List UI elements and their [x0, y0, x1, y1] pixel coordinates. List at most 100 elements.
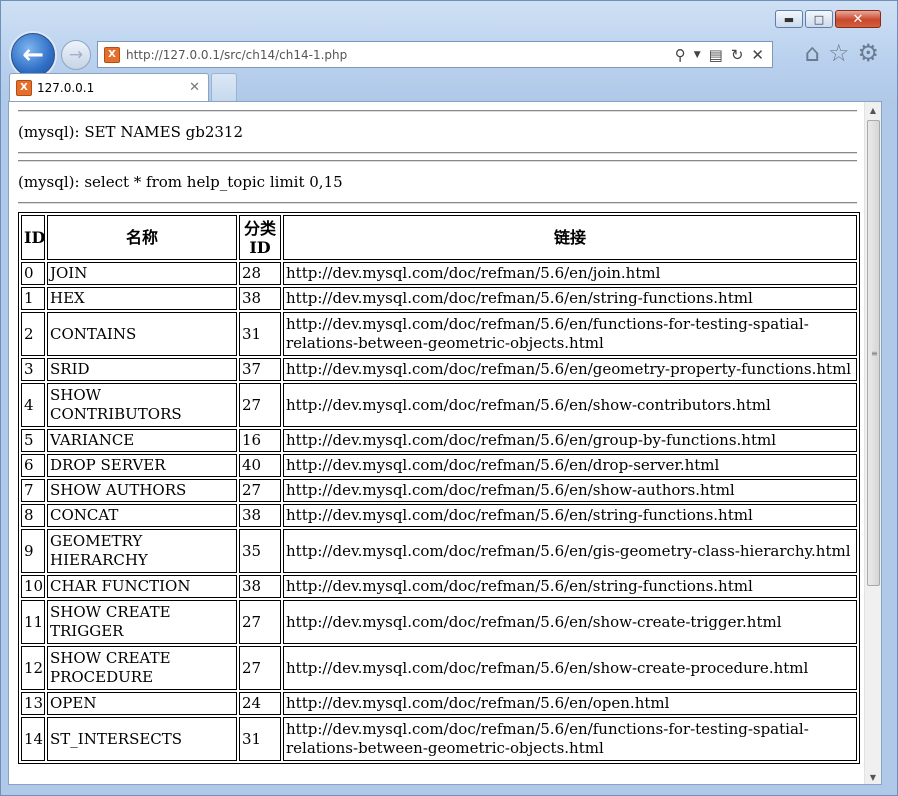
cell-name: CONCAT — [47, 504, 237, 527]
cell-category-id: 16 — [239, 429, 281, 452]
chevron-down-icon[interactable]: ▼ — [694, 50, 701, 60]
cell-id: 10 — [21, 575, 45, 598]
cell-link: http://dev.mysql.com/doc/refman/5.6/en/s… — [283, 600, 857, 644]
cell-id: 6 — [21, 454, 45, 477]
scrollbar-thumb[interactable]: ≡ — [867, 120, 880, 586]
cell-link: http://dev.mysql.com/doc/refman/5.6/en/s… — [283, 479, 857, 502]
forward-arrow-icon: → — [68, 45, 84, 65]
cell-id: 2 — [21, 312, 45, 356]
cell-link: http://dev.mysql.com/doc/refman/5.6/en/f… — [283, 717, 857, 761]
address-url[interactable]: http://127.0.0.1/src/ch14/ch14-1.php — [126, 48, 675, 62]
table-body: 0 JOIN 28 http://dev.mysql.com/doc/refma… — [21, 262, 857, 761]
cell-category-id: 24 — [239, 692, 281, 715]
table-row: 9 GEOMETRY HIERARCHY 35 http://dev.mysql… — [21, 529, 857, 573]
table-row: 8 CONCAT 38 http://dev.mysql.com/doc/ref… — [21, 504, 857, 527]
back-arrow-icon: ← — [22, 40, 44, 70]
table-row: 13 OPEN 24 http://dev.mysql.com/doc/refm… — [21, 692, 857, 715]
cell-link: http://dev.mysql.com/doc/refman/5.6/en/g… — [283, 529, 857, 573]
cell-category-id: 35 — [239, 529, 281, 573]
cell-link: http://dev.mysql.com/doc/refman/5.6/en/s… — [283, 287, 857, 310]
close-icon[interactable]: ✕ — [751, 46, 764, 64]
sql-message-1: (mysql): SET NAMES gb2312 — [18, 123, 244, 141]
table-row: 11 SHOW CREATE TRIGGER 27 http://dev.mys… — [21, 600, 857, 644]
table-row: 0 JOIN 28 http://dev.mysql.com/doc/refma… — [21, 262, 857, 285]
cell-name: SHOW CREATE TRIGGER — [47, 600, 237, 644]
cell-id: 14 — [21, 717, 45, 761]
cell-link: http://dev.mysql.com/doc/refman/5.6/en/f… — [283, 312, 857, 356]
table-row: 4 SHOW CONTRIBUTORS 27 http://dev.mysql.… — [21, 383, 857, 427]
table-row: 14 ST_INTERSECTS 31 http://dev.mysql.com… — [21, 717, 857, 761]
compatibility-icon[interactable]: ▤ — [709, 46, 723, 64]
forward-button[interactable]: → — [61, 40, 91, 70]
cell-name: HEX — [47, 287, 237, 310]
header-link: 链接 — [283, 215, 857, 260]
address-bar[interactable]: X http://127.0.0.1/src/ch14/ch14-1.php ⚲… — [97, 41, 773, 68]
cell-id: 5 — [21, 429, 45, 452]
table-row: 5 VARIANCE 16 http://dev.mysql.com/doc/r… — [21, 429, 857, 452]
cell-name: SHOW CREATE PROCEDURE — [47, 646, 237, 690]
table-row: 1 HEX 38 http://dev.mysql.com/doc/refman… — [21, 287, 857, 310]
cell-id: 13 — [21, 692, 45, 715]
cell-link: http://dev.mysql.com/doc/refman/5.6/en/g… — [283, 358, 857, 381]
cell-category-id: 38 — [239, 504, 281, 527]
close-window-button[interactable]: ✕ — [835, 10, 881, 28]
cell-name: CONTAINS — [47, 312, 237, 356]
vertical-scrollbar[interactable]: ▲ ≡ ▼ — [864, 102, 881, 784]
scroll-up-arrow-icon[interactable]: ▲ — [865, 102, 881, 119]
tab-close-icon[interactable]: ✕ — [189, 80, 208, 95]
maximize-button[interactable]: □ — [805, 10, 833, 28]
cell-name: SRID — [47, 358, 237, 381]
cell-id: 0 — [21, 262, 45, 285]
cell-id: 7 — [21, 479, 45, 502]
cell-id: 4 — [21, 383, 45, 427]
divider — [18, 202, 857, 204]
cell-link: http://dev.mysql.com/doc/refman/5.6/en/s… — [283, 504, 857, 527]
cell-link: http://dev.mysql.com/doc/refman/5.6/en/s… — [283, 575, 857, 598]
cell-link: http://dev.mysql.com/doc/refman/5.6/en/g… — [283, 429, 857, 452]
home-icon[interactable]: ⌂ — [805, 39, 820, 67]
cell-id: 8 — [21, 504, 45, 527]
cell-category-id: 27 — [239, 479, 281, 502]
address-bar-icons: ⚲ ▼ ▤ ↻ ✕ — [675, 46, 772, 64]
page-content: (mysql): SET NAMES gb2312 (mysql): selec… — [8, 101, 882, 785]
tab-favicon-icon: X — [16, 79, 32, 96]
refresh-icon[interactable]: ↻ — [731, 46, 744, 64]
cell-id: 11 — [21, 600, 45, 644]
cell-category-id: 31 — [239, 717, 281, 761]
header-category-id: 分类ID — [239, 215, 281, 260]
minimize-button[interactable]: ▬ — [775, 10, 803, 28]
results-table: ID 名称 分类ID 链接 0 JOIN 28 http://dev.mysql… — [18, 212, 860, 764]
header-id: ID — [21, 215, 45, 260]
cell-link: http://dev.mysql.com/doc/refman/5.6/en/s… — [283, 646, 857, 690]
cell-name: JOIN — [47, 262, 237, 285]
cell-id: 12 — [21, 646, 45, 690]
tab-active[interactable]: X 127.0.0.1 ✕ — [9, 73, 209, 101]
new-tab-button[interactable] — [211, 73, 237, 101]
cell-category-id: 40 — [239, 454, 281, 477]
table-row: 6 DROP SERVER 40 http://dev.mysql.com/do… — [21, 454, 857, 477]
cell-id: 1 — [21, 287, 45, 310]
cell-id: 9 — [21, 529, 45, 573]
cell-category-id: 28 — [239, 262, 281, 285]
cell-name: ST_INTERSECTS — [47, 717, 237, 761]
back-button[interactable]: ← — [11, 33, 55, 77]
table-row: 10 CHAR FUNCTION 38 http://dev.mysql.com… — [21, 575, 857, 598]
cell-category-id: 37 — [239, 358, 281, 381]
cell-category-id: 31 — [239, 312, 281, 356]
scroll-down-arrow-icon[interactable]: ▼ — [865, 769, 881, 784]
search-icon[interactable]: ⚲ — [675, 46, 686, 64]
site-favicon-icon: X — [104, 46, 120, 63]
cell-link: http://dev.mysql.com/doc/refman/5.6/en/d… — [283, 454, 857, 477]
browser-toolbar: ⌂ ☆ ⚙ — [805, 39, 879, 67]
cell-name: CHAR FUNCTION — [47, 575, 237, 598]
cell-name: DROP SERVER — [47, 454, 237, 477]
cell-name: GEOMETRY HIERARCHY — [47, 529, 237, 573]
star-icon[interactable]: ☆ — [828, 39, 850, 67]
cell-link: http://dev.mysql.com/doc/refman/5.6/en/s… — [283, 383, 857, 427]
gear-icon[interactable]: ⚙ — [857, 39, 879, 67]
table-row: 7 SHOW AUTHORS 27 http://dev.mysql.com/d… — [21, 479, 857, 502]
cell-category-id: 27 — [239, 383, 281, 427]
cell-name: SHOW CONTRIBUTORS — [47, 383, 237, 427]
table-row: 2 CONTAINS 31 http://dev.mysql.com/doc/r… — [21, 312, 857, 356]
table-header-row: ID 名称 分类ID 链接 — [21, 215, 857, 260]
